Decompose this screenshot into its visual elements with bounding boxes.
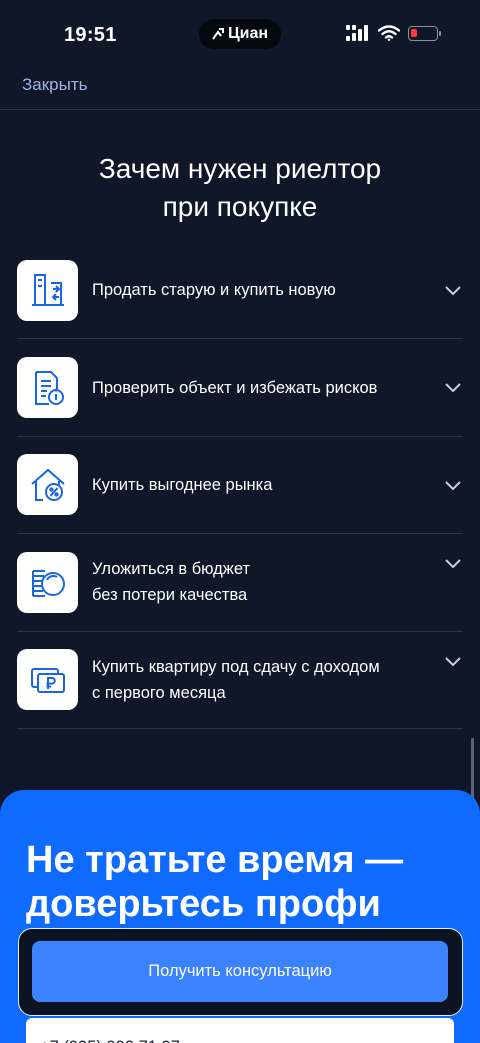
benefit-label-line1: Купить выгоднее рынка bbox=[92, 475, 273, 494]
benefit-icon-tile bbox=[17, 357, 78, 419]
ruble-cards-icon bbox=[30, 667, 65, 693]
page-title-line1: Зачем нужен риелтор bbox=[98, 153, 382, 184]
benefit-icon-tile bbox=[17, 649, 78, 711]
close-button[interactable]: Закрыть bbox=[22, 75, 87, 95]
benefit-label: Купить выгоднее рынка bbox=[92, 472, 412, 498]
battery-icon bbox=[408, 25, 441, 41]
benefit-label: Продать старую и купить новую bbox=[92, 277, 412, 303]
status-bar: 19:51 Циан bbox=[0, 0, 480, 70]
island-label: Циан bbox=[227, 25, 269, 42]
promo-title-line2: доверьтесь профи bbox=[26, 883, 381, 925]
benefit-item-buy-below-market[interactable]: Купить выгоднее рынка bbox=[17, 437, 463, 535]
benefit-label-line1: Уложиться в бюджет bbox=[92, 560, 251, 579]
coins-icon bbox=[31, 570, 65, 598]
benefit-label: Купить квартиру под сдачу с доходом с пе… bbox=[92, 654, 412, 706]
page-title: Зачем нужен риелтор при покупке bbox=[40, 150, 440, 226]
benefits-list: Продать старую и купить новую Проверить … bbox=[17, 242, 463, 729]
benefit-item-fit-budget[interactable]: Уложиться в бюджет без потери качества bbox=[17, 534, 463, 632]
benefit-label-line2: с первого месяца bbox=[92, 683, 226, 702]
promo-title-line1: Не тратьте время — bbox=[26, 839, 404, 881]
battery-level bbox=[411, 28, 417, 37]
chevron-down-icon[interactable] bbox=[445, 559, 461, 569]
chevron-down-icon[interactable] bbox=[445, 383, 461, 393]
benefit-icon-tile bbox=[17, 454, 78, 516]
nav-divider bbox=[0, 109, 480, 110]
get-consultation-button[interactable]: Получить консультацию bbox=[32, 941, 448, 1002]
benefit-label-line1: Купить квартиру под сдачу с доходом bbox=[92, 657, 380, 676]
wifi-icon bbox=[378, 25, 400, 41]
benefit-item-rental-income[interactable]: Купить квартиру под сдачу с доходом с пе… bbox=[17, 632, 463, 729]
cta-container: Получить консультацию bbox=[18, 928, 463, 1016]
benefit-item-sell-and-buy[interactable]: Продать старую и купить новую bbox=[17, 242, 463, 340]
document-check-icon bbox=[34, 370, 64, 405]
benefit-label: Проверить объект и избежать рисков bbox=[92, 375, 412, 401]
cellular-signal-icon bbox=[346, 25, 368, 41]
benefit-item-check-property[interactable]: Проверить объект и избежать рисков bbox=[17, 339, 463, 437]
benefit-icon-tile bbox=[17, 259, 78, 321]
benefit-label-line2: без потери качества bbox=[92, 586, 248, 605]
house-percent-icon bbox=[30, 468, 65, 501]
status-time: 19:51 bbox=[64, 24, 117, 46]
dynamic-island: Циан bbox=[199, 19, 281, 49]
exchange-arrows-icon bbox=[31, 274, 64, 307]
chevron-down-icon[interactable] bbox=[445, 656, 461, 667]
screen: 19:51 Циан Закрыть Зачем нужен риелтор п… bbox=[0, 0, 480, 1043]
benefit-label-line1: Продать старую и купить новую bbox=[92, 281, 336, 300]
benefit-icon-tile bbox=[17, 551, 78, 613]
cian-logo-icon bbox=[212, 28, 224, 40]
benefit-label: Уложиться в бюджет без потери качества bbox=[92, 556, 412, 608]
status-icons bbox=[346, 25, 441, 41]
chevron-down-icon[interactable] bbox=[445, 286, 461, 296]
chevron-down-icon[interactable] bbox=[445, 481, 461, 491]
page-title-line2: при покупке bbox=[162, 191, 318, 222]
promo-title: Не тратьте время — доверьтесь профи bbox=[26, 838, 466, 926]
benefit-label-line1: Проверить объект и избежать рисков bbox=[92, 378, 378, 397]
phone-input[interactable] bbox=[26, 1018, 454, 1043]
